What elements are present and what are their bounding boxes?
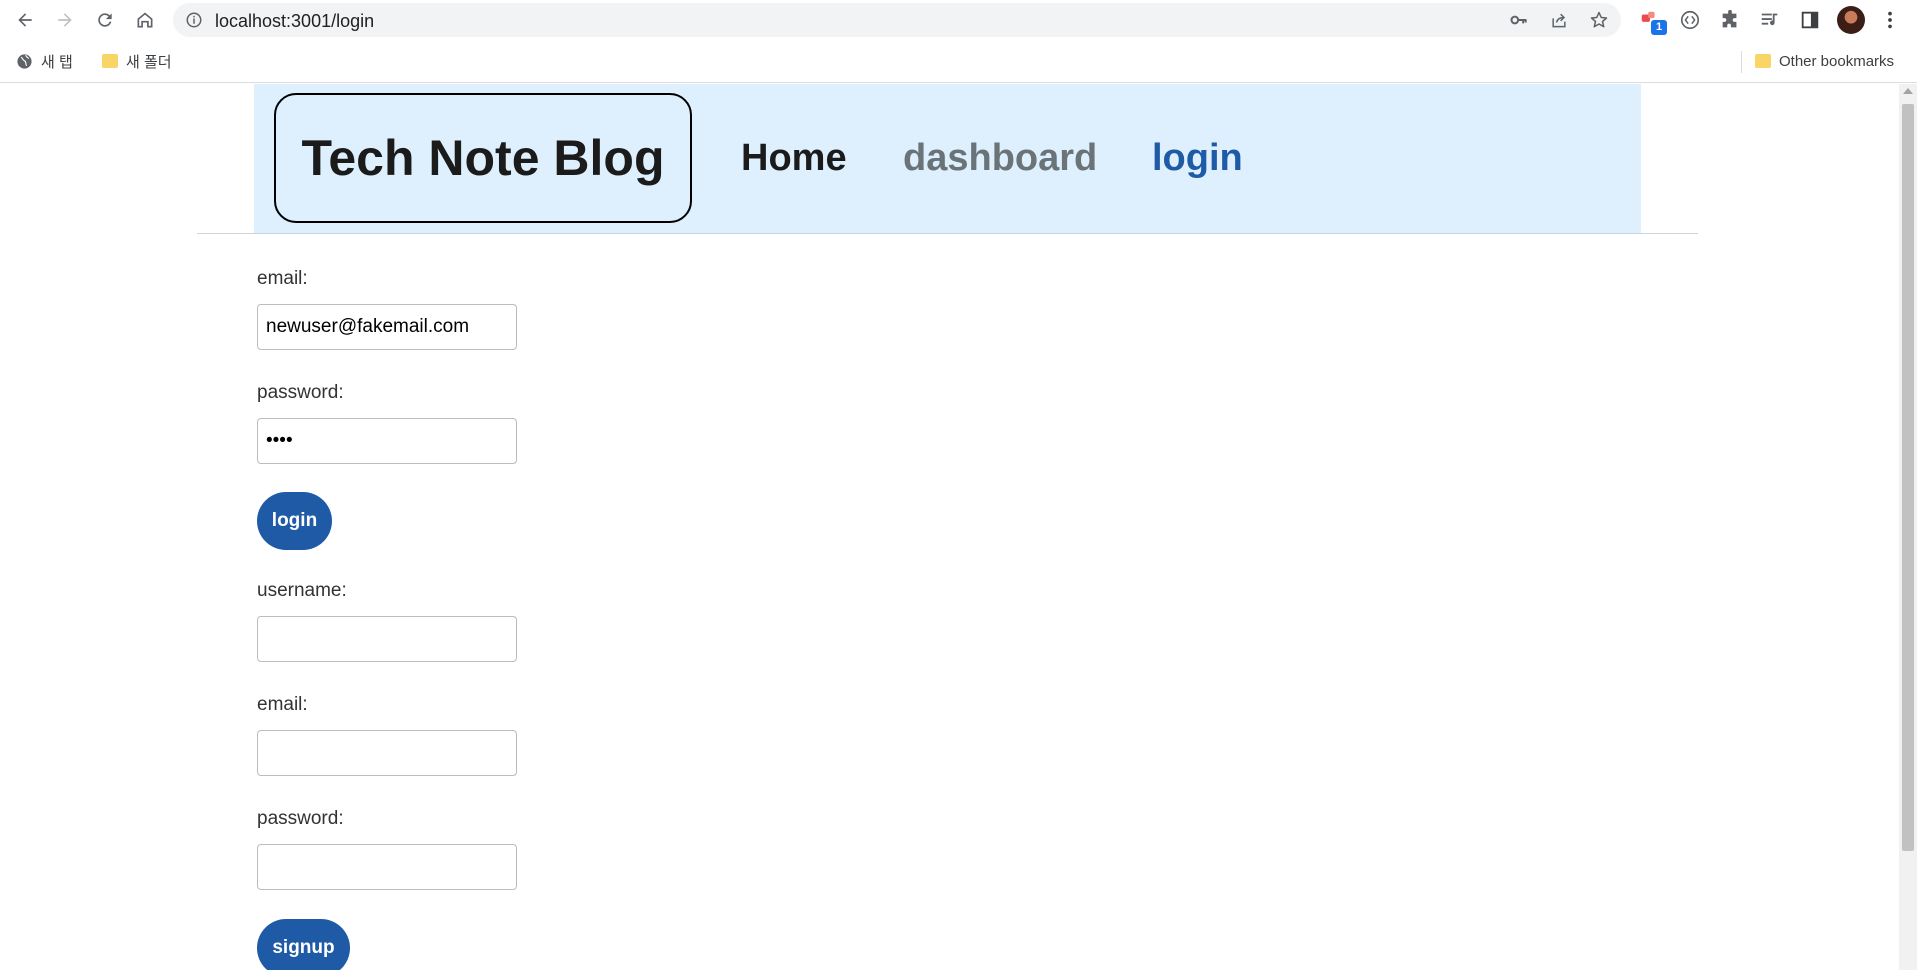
scroll-up-arrow-icon[interactable] bbox=[1903, 88, 1913, 94]
extension-badge: 1 bbox=[1651, 20, 1667, 35]
extensions-button[interactable] bbox=[1718, 8, 1742, 32]
signup-email-label: email: bbox=[257, 694, 308, 715]
bookmarks-bar: 새 탭 새 폴더 Other bookmarks bbox=[0, 41, 1917, 83]
nav-link-login[interactable]: login bbox=[1152, 137, 1243, 180]
signup-password-label: password: bbox=[257, 808, 344, 829]
devtools-extension-icon[interactable] bbox=[1678, 8, 1702, 32]
profile-avatar[interactable] bbox=[1837, 6, 1865, 34]
bookmark-new-tab[interactable]: 새 탭 bbox=[16, 50, 73, 72]
site-header: Tech Note Blog Home dashboard login bbox=[254, 84, 1641, 233]
back-button[interactable] bbox=[9, 4, 41, 36]
info-icon[interactable] bbox=[185, 11, 203, 29]
site-brand: Tech Note Blog bbox=[274, 93, 692, 223]
login-password-input[interactable] bbox=[257, 418, 517, 464]
signup-button[interactable]: signup bbox=[257, 919, 350, 970]
home-button[interactable] bbox=[129, 4, 161, 36]
back-arrow-icon bbox=[18, 13, 32, 27]
login-email-input[interactable] bbox=[257, 304, 517, 350]
bookmarks-divider bbox=[1741, 51, 1742, 73]
signup-email-input[interactable] bbox=[257, 730, 517, 776]
signup-username-input[interactable] bbox=[257, 616, 517, 662]
login-button[interactable]: login bbox=[257, 492, 332, 550]
signup-password-input[interactable] bbox=[257, 844, 517, 890]
bookmark-label: Other bookmarks bbox=[1779, 52, 1895, 70]
header-divider bbox=[197, 233, 1698, 234]
puzzle-icon bbox=[1722, 9, 1737, 28]
scroll-thumb[interactable] bbox=[1902, 104, 1914, 851]
media-button[interactable] bbox=[1758, 8, 1782, 32]
page-scrollbar[interactable] bbox=[1899, 84, 1917, 970]
nav-link-home[interactable]: Home bbox=[741, 137, 847, 180]
reload-button[interactable] bbox=[89, 4, 121, 36]
signup-username-label: username: bbox=[257, 580, 347, 601]
folder-icon bbox=[1755, 54, 1771, 68]
bookmark-other[interactable]: Other bookmarks bbox=[1755, 50, 1894, 72]
login-email-label: email: bbox=[257, 268, 308, 289]
bookmark-new-folder[interactable]: 새 폴더 bbox=[102, 50, 172, 72]
forward-arrow-icon bbox=[58, 13, 72, 27]
folder-icon bbox=[102, 54, 118, 68]
side-panel-button[interactable] bbox=[1798, 8, 1822, 32]
chrome-menu-button[interactable] bbox=[1878, 8, 1902, 32]
forward-button[interactable] bbox=[49, 4, 81, 36]
circle-code-icon bbox=[1680, 10, 1700, 30]
page-viewport: Tech Note Blog Home dashboard login emai… bbox=[0, 84, 1917, 970]
address-bar[interactable]: localhost:3001/login bbox=[173, 3, 1621, 37]
share-icon[interactable] bbox=[1549, 10, 1569, 30]
reload-icon bbox=[98, 13, 112, 27]
browser-toolbar: localhost:3001/login 1 bbox=[0, 0, 1917, 41]
bookmark-label: 새 탭 bbox=[41, 53, 73, 71]
url-text[interactable]: localhost:3001/login bbox=[215, 11, 374, 32]
key-icon[interactable] bbox=[1509, 10, 1529, 30]
side-panel-icon bbox=[1801, 11, 1819, 29]
kebab-menu-icon bbox=[1888, 11, 1892, 29]
home-icon bbox=[137, 12, 153, 28]
globe-icon bbox=[17, 53, 32, 69]
login-password-label: password: bbox=[257, 382, 344, 403]
music-list-icon bbox=[1761, 13, 1778, 26]
nav-link-dashboard[interactable]: dashboard bbox=[903, 137, 1097, 180]
star-icon[interactable] bbox=[1589, 10, 1609, 30]
bookmark-label: 새 폴더 bbox=[126, 53, 172, 71]
